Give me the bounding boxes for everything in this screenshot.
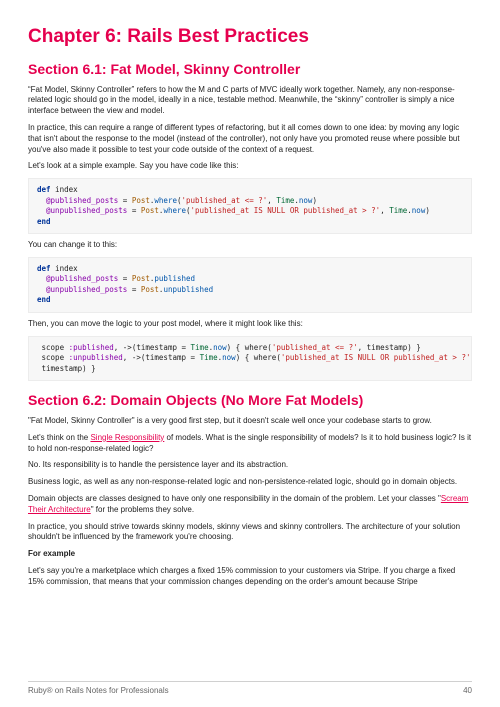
body-paragraph: In practice, you should strive towards s… bbox=[28, 522, 472, 544]
body-paragraph: For example bbox=[28, 549, 472, 560]
body-paragraph: Then, you can move the logic to your pos… bbox=[28, 319, 472, 330]
chapter-title: Chapter 6: Rails Best Practices bbox=[28, 24, 472, 50]
body-paragraph: Business logic, as well as any non-respo… bbox=[28, 477, 472, 488]
body-paragraph: "Fat Model, Skinny Controller" is a very… bbox=[28, 416, 472, 427]
body-paragraph: No. Its responsibility is to handle the … bbox=[28, 460, 472, 471]
page-number: 40 bbox=[463, 686, 472, 697]
body-paragraph: Let's look at a simple example. Say you … bbox=[28, 161, 472, 172]
section-6-2-title: Section 6.2: Domain Objects (No More Fat… bbox=[28, 391, 472, 410]
body-paragraph: In practice, this can require a range of… bbox=[28, 123, 472, 155]
body-paragraph: Let's think on the Single Responsibility… bbox=[28, 433, 472, 455]
code-block-1: def index @published_posts = Post.where(… bbox=[28, 178, 472, 234]
section-6-1-title: Section 6.1: Fat Model, Skinny Controlle… bbox=[28, 60, 472, 79]
code-block-3: scope :published, ->(timestamp = Time.no… bbox=[28, 336, 472, 382]
page-footer: Ruby® on Rails Notes for Professionals 4… bbox=[28, 681, 472, 697]
body-paragraph: Let's say you're a marketplace which cha… bbox=[28, 566, 472, 588]
body-paragraph: “Fat Model, Skinny Controller” refers to… bbox=[28, 85, 472, 117]
body-paragraph: Domain objects are classes designed to h… bbox=[28, 494, 472, 516]
footer-left: Ruby® on Rails Notes for Professionals bbox=[28, 686, 169, 697]
body-paragraph: You can change it to this: bbox=[28, 240, 472, 251]
code-block-2: def index @published_posts = Post.publis… bbox=[28, 257, 472, 313]
single-responsibility-link[interactable]: Single Responsibility bbox=[90, 433, 164, 442]
